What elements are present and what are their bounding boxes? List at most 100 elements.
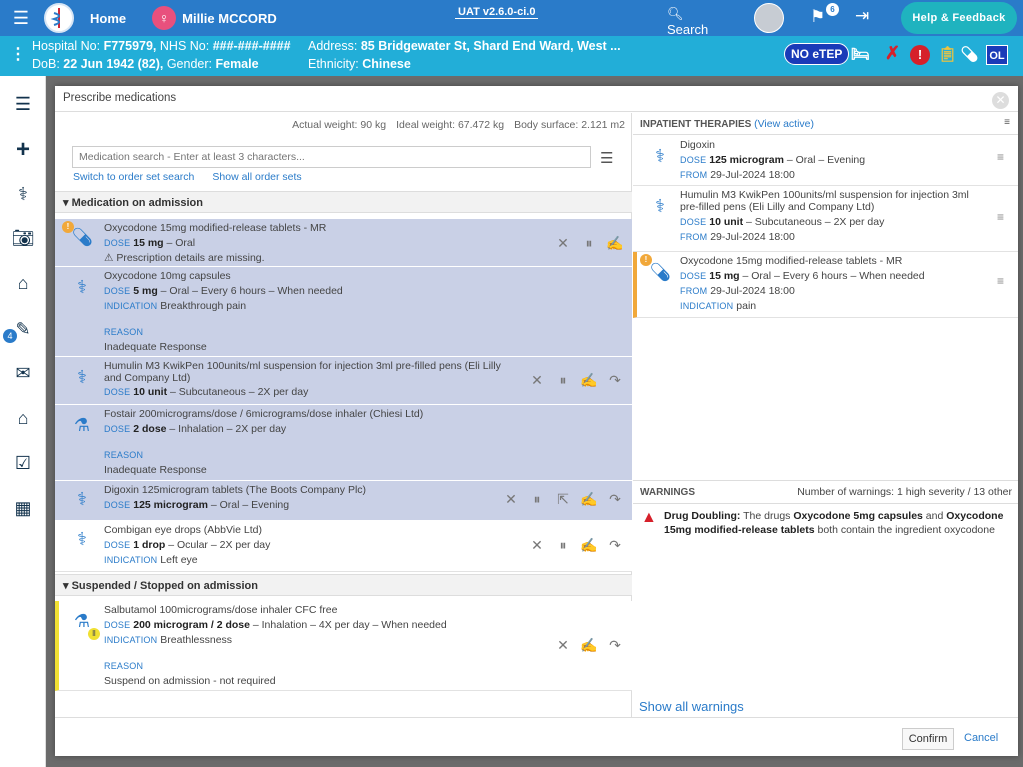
patient-address: Address: 85 Bridgewater St, Shard End Wa… (308, 39, 621, 53)
switch-icon[interactable]: ⇱ (554, 491, 572, 508)
hamburger-icon[interactable]: ☰ (600, 149, 613, 167)
med-row[interactable]: ⚕ Oxycodone 10mg capsules DOSE 5 mg – Or… (55, 267, 632, 357)
tablet-icon: 💊︎ (71, 227, 94, 247)
prescribe-icon[interactable]: ✍ (580, 537, 598, 554)
pause-status-icon: Ⅱ (88, 628, 100, 640)
show-all-order-sets-link[interactable]: Show all order sets (212, 171, 301, 183)
warning-drug-doubling: Drug Doubling: The drugs Oxycodone 5mg c… (664, 510, 1004, 536)
inhaler-icon: ⚗ (73, 415, 91, 435)
menu-icon[interactable]: ≡ (1004, 117, 1010, 128)
remove-icon[interactable]: ✕ (554, 235, 572, 252)
clipboard-icon[interactable]: 📋︎ (938, 45, 957, 63)
med-row[interactable]: ⚕ Digoxin 125microgram tablets (The Boot… (55, 481, 632, 521)
patient-measurements: Actual weight: 90 kg Ideal weight: 67.472… (292, 119, 625, 131)
prescribe-icon[interactable]: ✎ 4 (3, 317, 36, 343)
prescribe-icon[interactable]: ✍ (606, 235, 624, 252)
pill-icon[interactable]: 💊︎ (960, 45, 979, 63)
inpatient-header: INPATIENT THERAPIES (View active) ≡ (633, 113, 1018, 135)
remove-icon[interactable]: ✕ (502, 491, 520, 508)
dialog-title: Prescribe medications (55, 86, 1018, 112)
remove-icon[interactable]: ✕ (554, 637, 572, 654)
prescribe-icon[interactable]: ✍ (580, 491, 598, 508)
patient-banner: ⋮ Hospital No: F775979, NHS No: ###-###-… (0, 36, 1023, 76)
switch-order-set-link[interactable]: Switch to order set search (73, 171, 194, 183)
kebab-menu-icon[interactable]: ≡ (997, 210, 1004, 224)
top-bar: ☰ Home ♀ Millie MCCORD UAT v2.6.0-ci.0 🔍… (0, 0, 1023, 41)
inbox-icon[interactable]: ✉ (10, 361, 36, 385)
dialog-footer: Confirm Cancel (55, 717, 1018, 756)
kebab-menu-icon[interactable]: ≡ (997, 274, 1004, 288)
med-row[interactable]: ⚗ Fostair 200micrograms/dose / 6microgra… (55, 405, 632, 481)
patient-name[interactable]: Millie MCCORD (182, 11, 277, 26)
warning-triangle-icon: ▲ (641, 509, 657, 526)
user-avatar[interactable] (754, 3, 784, 33)
confirm-button[interactable]: Confirm (902, 728, 954, 750)
remove-icon[interactable]: ✕ (528, 537, 546, 554)
no-etep-badge[interactable]: NO eTEP (784, 43, 850, 65)
cancel-link[interactable]: Cancel (964, 732, 998, 744)
bed-icon[interactable]: 🛏︎ (851, 45, 870, 63)
female-patient-icon: ♀ (152, 6, 177, 30)
home-link[interactable]: Home (90, 11, 126, 26)
med-name: Oxycodone 15mg modified-release tablets … (104, 222, 327, 234)
pharmacy-icon: ⚕ (77, 277, 87, 297)
camera-icon[interactable]: 📷︎ (10, 226, 36, 250)
med-row[interactable]: ⚗ Ⅱ Salbutamol 100micrograms/dose inhale… (55, 601, 632, 691)
pharmacy-icon: ⚕ (655, 196, 665, 216)
stethoscope-icon[interactable]: ⚕ (10, 182, 36, 206)
user-initials-badge[interactable]: OL (986, 45, 1008, 65)
medication-search-input[interactable] (72, 146, 591, 168)
list-icon[interactable]: ☰ (10, 92, 36, 116)
redo-icon[interactable]: ↷ (606, 491, 624, 508)
building-icon[interactable]: ▦ (10, 496, 36, 520)
more-vertical-icon[interactable]: ⋮ (10, 44, 26, 64)
caduceus-icon (50, 8, 60, 28)
app-logo[interactable] (44, 3, 74, 33)
patient-ids: Hospital No: F775979, NHS No: ###-###-##… (32, 39, 291, 53)
med-actions: ✕ ⏸ ⇱ ✍ ↷ (502, 491, 624, 508)
search-links: Switch to order set search Show all order… (73, 171, 320, 183)
cross-alert-icon[interactable]: ✗ (885, 43, 900, 64)
med-actions: ✕ ⏸ ✍ ↷ (528, 372, 624, 389)
kebab-menu-icon[interactable]: ≡ (997, 150, 1004, 164)
add-icon[interactable]: + (10, 138, 36, 162)
remove-icon[interactable]: ✕ (528, 372, 546, 389)
menu-icon[interactable]: ☰ (6, 8, 36, 29)
therapy-row[interactable]: ⚕ Digoxin DOSE 125 microgram – Oral – Eve… (633, 136, 1018, 186)
redo-icon[interactable]: ↷ (606, 537, 624, 554)
therapy-row[interactable]: ! 💊︎ Oxycodone 15mg modified-release tab… (633, 252, 1018, 318)
version-label: UAT v2.6.0-ci.0 (455, 6, 539, 19)
view-active-link[interactable]: View active (758, 118, 811, 130)
section-suspended-stopped[interactable]: ▾ Suspended / Stopped on admission (55, 574, 632, 596)
med-row[interactable]: ! 💊︎ Oxycodone 15mg modified-release tab… (55, 219, 632, 267)
inpatient-panel: INPATIENT THERAPIES (View active) ≡ ⚕ Dig… (633, 113, 1018, 717)
therapy-row[interactable]: ⚕ Humulin M3 KwikPen 100units/ml suspens… (633, 186, 1018, 252)
search-icon: 🔍︎ (667, 6, 684, 21)
section-medication-on-admission[interactable]: ▾ Medication on admission (55, 191, 632, 213)
med-row[interactable]: ⚕ Combigan eye drops (AbbVie Ltd) DOSE 1… (55, 521, 632, 572)
med-row[interactable]: ⚕ Humulin M3 KwikPen 100units/ml suspens… (55, 357, 632, 405)
alert-icon[interactable]: ! (910, 45, 930, 65)
discharge-icon[interactable]: ⌂ (10, 406, 36, 430)
pause-icon[interactable]: ⏸ (554, 537, 572, 554)
patient-dob-gender: DoB: 22 Jun 1942 (82), Gender: Female (32, 57, 259, 71)
redo-icon[interactable]: ↷ (606, 372, 624, 389)
tablet-icon: 💊︎ (649, 262, 672, 282)
logout-icon[interactable]: ⇥ (855, 6, 869, 26)
close-icon[interactable]: ✕ (992, 92, 1009, 109)
house-plus-icon[interactable]: ⌂ (10, 271, 36, 295)
prescribe-medications-dialog: Prescribe medications ✕ Actual weight: 9… (55, 86, 1018, 756)
alert-triangle-icon: ⚠ (104, 252, 114, 264)
prescribe-icon[interactable]: ✍ (580, 637, 598, 654)
show-all-warnings-link[interactable]: Show all warnings (639, 699, 744, 714)
checklist-icon[interactable]: ☑ (10, 451, 36, 475)
pause-icon[interactable]: ⏸ (554, 372, 572, 389)
pause-icon[interactable]: ⏸ (580, 235, 598, 252)
redo-icon[interactable]: ↷ (606, 637, 624, 654)
med-actions: ✕ ✍ ↷ (554, 637, 624, 654)
prescribe-count-badge: 4 (3, 329, 17, 343)
flag-icon[interactable]: ⚑ 6 (810, 3, 839, 27)
prescribe-icon[interactable]: ✍ (580, 372, 598, 389)
pause-icon[interactable]: ⏸ (528, 491, 546, 508)
help-feedback-button[interactable]: Help & Feedback (901, 2, 1017, 34)
